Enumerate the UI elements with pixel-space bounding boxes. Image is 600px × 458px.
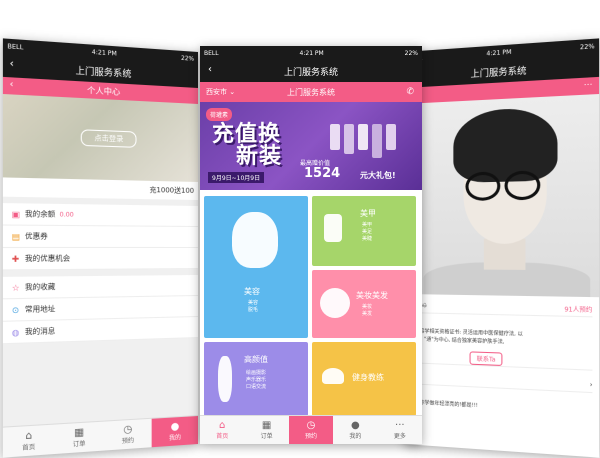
order-icon: ▦ (261, 420, 272, 431)
more-icon[interactable]: ⋯ (584, 79, 593, 89)
battery: 22% (404, 49, 418, 57)
wallet-icon: ▣ (11, 209, 21, 219)
chevron-down-icon: ⌄ (229, 88, 236, 96)
stylist-info: 25.00 91人预约 师 师美容学相关资格证书: 灵活运用中医保健疗法, 以 … (404, 294, 599, 420)
tab-booking[interactable]: ◷ 预约 (288, 416, 334, 444)
profile-hero: 点击登录 (2, 93, 198, 182)
recharge-text: 充1000送100 (149, 185, 195, 195)
tile-subs: 美妆 美发 (362, 304, 373, 317)
status-time: 4:21 PM (486, 48, 512, 58)
service-grid: 美容 美容 脱毛 美甲 美甲 美足 美睫 美妆美发 美妆 美发 高颜值 绘画摄影 声乐器乐… (204, 196, 418, 416)
home-icon: ⌂ (219, 420, 226, 431)
nav-title: 上门服务系统 (75, 65, 132, 80)
tile-meirong[interactable]: 美容 美容 脱毛 (204, 196, 308, 338)
phone-icon[interactable]: ✆ (406, 87, 414, 97)
tab-home[interactable]: ⌂ 首页 (3, 425, 54, 458)
profile-screen: BELL 4:21 PM 22% ‹ 上门服务系统 个人中心 ‹ 点击登录 充1… (2, 38, 198, 458)
tab-mine[interactable]: ● 我的 (333, 416, 377, 444)
status-time: 4:21 PM (299, 49, 324, 57)
figure-icon (218, 356, 232, 402)
tile-title: 美容 (244, 287, 260, 296)
hair-icon (320, 288, 350, 318)
tab-more[interactable]: ··· 更多 (378, 416, 422, 444)
menu-item-chance[interactable]: ✚ 我的优惠机会 (2, 248, 198, 271)
menu-item-message[interactable]: ◍ 我的消息 (2, 317, 198, 345)
contact-button[interactable]: 联系Ta (469, 351, 503, 367)
back-icon[interactable]: ‹ (10, 58, 14, 70)
message-icon: ◍ (11, 327, 20, 338)
nav-bar: ‹ 上门服务系统 (200, 60, 422, 82)
comment-text: 会让你学做年轻漂亮的!都是!!! (409, 399, 478, 410)
status-time: 4:21 PM (91, 48, 117, 58)
menu-item-coupon[interactable]: ▤ 优惠券 (2, 225, 198, 248)
tab-order[interactable]: ▦ 订单 (244, 416, 288, 444)
more-icon: ··· (395, 420, 405, 431)
nail-polish-icon (324, 214, 342, 242)
city-bar: 西安市 ⌄ 上门服务系统 ✆ (200, 82, 422, 102)
profile-title: 个人中心 (87, 85, 121, 97)
stylist-detail-screen: BELL 4:21 PM 22% 上门服务系统 ⋯ 25.00 91人预约 师 … (404, 38, 600, 458)
user-icon: ● (351, 420, 360, 431)
banner-date: 9月9日~10月9日 (208, 172, 265, 183)
tile-jianshen[interactable]: 健身教练 (312, 342, 416, 416)
back-icon[interactable]: ‹ (208, 64, 212, 75)
menu-item-balance[interactable]: ▣ 我的余额 0.00 (2, 203, 198, 227)
tile-title: 健身教练 (352, 373, 384, 382)
city-title: 上门服务系统 (287, 87, 335, 97)
tile-meijia[interactable]: 美甲 美甲 美足 美睫 (312, 196, 416, 266)
order-icon: ▦ (74, 426, 85, 440)
user-icon: ● (170, 421, 180, 433)
tab-mine[interactable]: ● 我的 (151, 416, 198, 448)
nav-title: 上门服务系统 (283, 67, 338, 78)
carrier: BELL (204, 49, 219, 57)
stylist-portrait (404, 93, 600, 298)
tile-subs: 美甲 美足 美睫 (362, 222, 373, 242)
clock-icon: ◷ (123, 424, 133, 436)
battery: 22% (181, 54, 195, 63)
carrier: BELL (7, 42, 24, 51)
clock-icon: ◷ (306, 420, 316, 431)
chevron-right-icon[interactable]: › (590, 381, 593, 389)
promo-banner[interactable]: 荷瓘素 充值换 新装 9月9日~10月9日 最高赠价值 1524 元大礼包! (200, 102, 422, 190)
coupon-icon: ▤ (11, 231, 21, 242)
chance-icon: ✚ (11, 253, 20, 264)
fitness-icon (322, 368, 344, 384)
tab-booking[interactable]: ◷ 预约 (104, 419, 152, 451)
nav-title: 上门服务系统 (470, 65, 527, 80)
tile-meizhuang[interactable]: 美妆美发 美妆 美发 (312, 270, 416, 338)
city-selector[interactable]: 西安市 ⌄ (206, 87, 235, 97)
tile-title: 美甲 (360, 209, 376, 218)
tile-title: 高颜值 (244, 355, 268, 364)
location-icon: ⊙ (11, 304, 20, 315)
tab-bar: ⌂ 首页 ▦ 订单 ◷ 预约 ● 我的 ··· 更多 (200, 415, 422, 444)
battery: 22% (579, 42, 595, 51)
brand-logo: 荷瓘素 (206, 108, 233, 121)
tile-title: 美妆美发 (356, 291, 388, 300)
home-screen: BELL 4:21 PM 22% ‹ 上门服务系统 西安市 ⌄ 上门服务系统 ✆… (200, 46, 422, 444)
banner-gift: 元大礼包! (360, 171, 396, 180)
profile-menu: ▣ 我的余额 0.00 ▤ 优惠券 ✚ 我的优惠机会 ☆ 我的收藏 ⊙ 常用地址 ◍ 我的消息 (2, 203, 198, 345)
tab-home[interactable]: ⌂ 首页 (200, 416, 244, 444)
status-bar: BELL 4:21 PM 22% (200, 46, 422, 60)
tile-subs: 绘画摄影 声乐器乐 口语交流 (246, 370, 267, 390)
back-icon[interactable]: ‹ (10, 79, 14, 90)
tab-bar: ⌂ 首页 ▦ 订单 ◷ 预约 ● 我的 (2, 415, 198, 458)
tile-subs: 美容 脱毛 (248, 300, 259, 313)
home-icon: ⌂ (25, 430, 33, 443)
star-icon: ☆ (11, 282, 20, 293)
login-button[interactable]: 点击登录 (80, 129, 137, 148)
banner-headline: 充值换 新装 (212, 122, 283, 169)
face-icon (232, 212, 278, 268)
tab-order[interactable]: ▦ 订单 (54, 422, 104, 454)
tile-gaoyanzhi[interactable]: 高颜值 绘画摄影 声乐器乐 口语交流 (204, 342, 308, 416)
booking-count: 91人预约 (564, 305, 593, 314)
banner-price: 1524 (304, 166, 341, 181)
